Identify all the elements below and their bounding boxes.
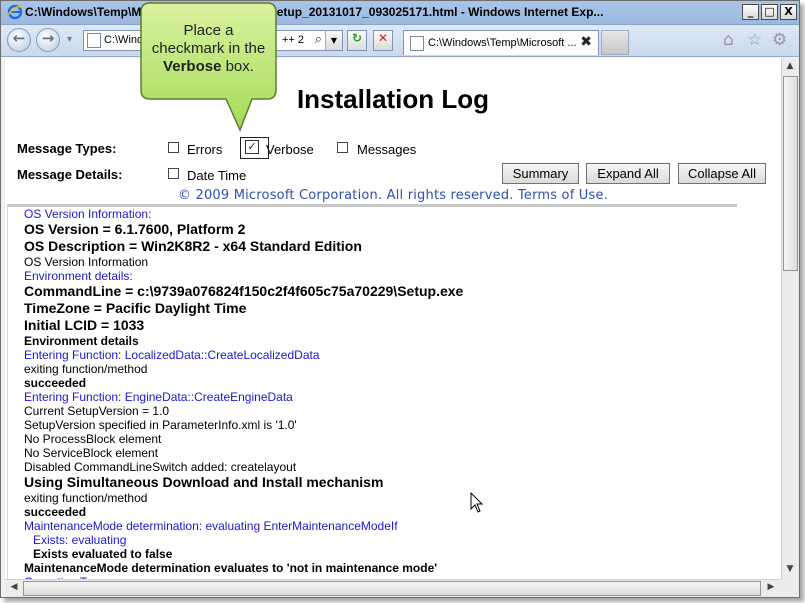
callout-line-1: Place a [183, 22, 234, 39]
minimize-button[interactable]: _ [742, 4, 759, 20]
messages-checkbox[interactable] [337, 142, 348, 153]
expand-all-button[interactable]: Expand All [586, 163, 670, 184]
log-entry: No ServiceBlock element [24, 446, 159, 460]
log-entry[interactable]: Entering Function: LocalizedData::Create… [8, 348, 737, 362]
collapse-all-button[interactable]: Collapse All [678, 163, 766, 184]
log-entry[interactable]: Exists: evaluating [8, 533, 737, 547]
page-content: Installation Log Message Types: Errors ✓… [5, 58, 781, 579]
log-entry: Current SetupVersion = 1.0 [24, 404, 170, 418]
message-details-label: Message Details: [17, 167, 123, 182]
new-tab-button[interactable] [601, 30, 629, 55]
errors-checkbox[interactable] [168, 142, 179, 153]
vertical-scroll-thumb[interactable] [783, 76, 798, 271]
browser-window: C:\Windows\Temp\M... x86 Redistributable… [0, 0, 800, 598]
stop-button[interactable]: ✕ [373, 30, 393, 51]
log-entry: Initial LCID = 1033 [24, 317, 145, 333]
scroll-right-arrow-icon[interactable]: ▶ [763, 582, 779, 592]
tab-close-icon[interactable]: ✖ [580, 34, 592, 50]
page-icon [410, 36, 424, 51]
horizontal-scrollbar[interactable]: ◀ ▶ [5, 579, 781, 597]
messages-option-label: Messages [357, 142, 417, 157]
log-entry: Disabled CommandLineSwitch added: create… [24, 460, 297, 474]
callout-line-2: checkmark in the [151, 40, 266, 57]
errors-option-label: Errors [187, 142, 223, 157]
log-entry: succeeded [24, 376, 87, 390]
log-entry: Exists evaluated to false [33, 547, 173, 561]
vertical-scrollbar[interactable]: ▲ ▼ [781, 58, 799, 579]
close-window-button[interactable]: X [780, 4, 797, 20]
log-entry: OS Description = Win2K8R2 - x64 Standard… [24, 238, 362, 254]
mouse-cursor-icon [470, 492, 484, 513]
log-entry: Using Simultaneous Download and Install … [24, 474, 384, 490]
date-time-option-label: Date Time [187, 168, 247, 183]
log-entry: CommandLine = c:\9739a076824f150c2f4f605… [24, 283, 464, 299]
forward-button[interactable]: → [36, 28, 60, 52]
scrollbar-corner [781, 579, 799, 597]
verbose-option-label: Verbose [266, 142, 314, 157]
log-entry: SetupVersion specified in ParameterInfo.… [24, 418, 297, 432]
date-time-checkbox[interactable] [168, 168, 179, 179]
tab-label: C:\Windows\Temp\Microsoft ... [428, 37, 577, 49]
horizontal-scroll-thumb[interactable] [23, 581, 761, 596]
log-entry: exiting function/method [24, 362, 148, 376]
callout-line-3: Verbose box. [140, 58, 277, 76]
log-entry: OS Version Information [24, 255, 149, 269]
browser-toolbar: ← → ▾ C:\Windo ++ 2 ⌕ ▼ ↻ ✕ C:\Windows\T… [1, 25, 799, 57]
log-entry: Environment details [24, 334, 139, 348]
installation-log-panel: OS Version Information: OS Version = 6.1.… [7, 204, 737, 579]
log-entry: OS Version = 6.1.7600, Platform 2 [24, 221, 246, 237]
log-entry[interactable]: Entering Function: EngineData::CreateEng… [8, 390, 737, 404]
page-title: Installation Log [296, 84, 490, 114]
callout-bold-word: Verbose [163, 58, 222, 75]
address-dropdown-button[interactable]: ▼ [325, 31, 342, 50]
scroll-down-arrow-icon[interactable]: ▼ [782, 564, 798, 574]
scroll-up-arrow-icon[interactable]: ▲ [782, 61, 798, 71]
window-title: C:\Windows\Temp\M... x86 Redistributable… [25, 5, 604, 19]
log-entry[interactable]: Environment details: [8, 269, 737, 283]
scroll-left-arrow-icon[interactable]: ◀ [6, 582, 22, 592]
instruction-callout: Place a checkmark in the Verbose box. [140, 2, 277, 132]
recent-pages-dropdown[interactable]: ▾ [67, 34, 72, 45]
log-entry: succeeded [24, 505, 87, 519]
address-text-tail: ++ 2 [282, 34, 305, 46]
summary-button[interactable]: Summary [502, 163, 579, 184]
tools-gear-icon[interactable]: ⚙ [772, 30, 787, 50]
verbose-checkbox[interactable]: ✓ [245, 140, 259, 154]
maximize-button[interactable]: □ [761, 4, 778, 20]
callout-line-3-tail: box. [221, 58, 254, 75]
message-types-label: Message Types: [17, 141, 117, 156]
refresh-button[interactable]: ↻ [347, 30, 367, 51]
internet-explorer-icon [7, 4, 23, 20]
back-button[interactable]: ← [7, 28, 31, 52]
title-bar[interactable]: C:\Windows\Temp\M... x86 Redistributable… [1, 1, 799, 25]
page-icon [87, 33, 101, 48]
log-entry[interactable]: MaintenanceMode determination: evaluatin… [8, 519, 737, 533]
log-entry: exiting function/method [24, 491, 148, 505]
copyright-link[interactable]: © 2009 Microsoft Corporation. All rights… [5, 188, 781, 203]
callout-text: Place a checkmark in the Verbose box. [140, 22, 277, 76]
log-entry: TimeZone = Pacific Daylight Time [24, 300, 247, 316]
search-icon[interactable]: ⌕ [315, 32, 322, 47]
favorites-icon[interactable]: ☆ [747, 30, 762, 50]
log-entry[interactable]: OS Version Information: [8, 207, 737, 221]
browser-tab[interactable]: C:\Windows\Temp\Microsoft ... ✖ [403, 30, 599, 55]
log-entry: No ProcessBlock element [24, 432, 162, 446]
log-entry: MaintenanceMode determination evaluates … [24, 561, 438, 575]
home-icon[interactable]: ⌂ [723, 30, 734, 50]
